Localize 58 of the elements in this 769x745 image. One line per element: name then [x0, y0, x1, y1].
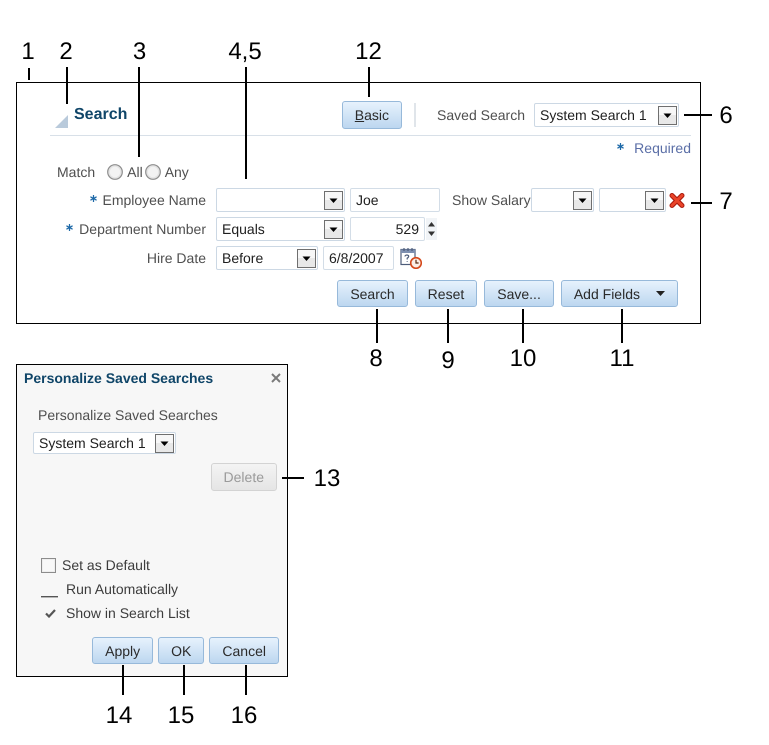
- option-label: Run Automatically: [66, 580, 178, 598]
- callout-number: 8: [369, 347, 383, 371]
- leader-line: [28, 68, 30, 80]
- number-field[interactable]: 529: [350, 217, 425, 241]
- option-label: Set as Default: [62, 556, 150, 574]
- match-label: Match: [57, 164, 96, 180]
- option-label: Show in Search List: [66, 604, 190, 622]
- calendar-clock-icon[interactable]: [400, 247, 422, 269]
- required-note: Required: [634, 140, 691, 156]
- dropdown-field[interactable]: Before: [216, 246, 318, 270]
- radio-label: Any: [164, 164, 189, 180]
- callout-number: 12: [355, 40, 382, 64]
- dropdown-field[interactable]: System Search 1: [33, 432, 176, 454]
- action-button[interactable]: Search: [337, 280, 408, 307]
- action-button[interactable]: Save...: [484, 280, 554, 307]
- callout-number: 13: [314, 467, 340, 491]
- callout-number: 6: [719, 104, 733, 128]
- remove-cross-icon[interactable]: [668, 192, 685, 208]
- radio-button[interactable]: [144, 164, 161, 180]
- field-label: Department Number: [79, 220, 206, 238]
- field-label: Show Salary: [452, 192, 531, 208]
- callout-number: 9: [441, 349, 455, 373]
- callout-number: 3: [132, 40, 146, 64]
- panel-title: Search: [74, 105, 128, 125]
- field-label: Employee Name: [102, 192, 206, 208]
- date-field[interactable]: 6/8/2007: [323, 246, 394, 270]
- action-button[interactable]: Reset: [414, 280, 478, 307]
- callout-number: 15: [168, 704, 194, 728]
- callout-number: 7: [719, 190, 733, 214]
- section-label: Personalize Saved Searches: [37, 407, 218, 424]
- caret-icon: [656, 291, 665, 296]
- checkbox[interactable]: [41, 558, 56, 572]
- saved-search-label: Saved Search: [437, 106, 525, 124]
- dropdown-field[interactable]: Equals: [216, 217, 345, 241]
- radio-button[interactable]: [107, 164, 124, 180]
- callout-number: 2: [59, 40, 73, 64]
- callout-number: 10: [510, 347, 536, 371]
- callout-number: 1: [21, 40, 35, 64]
- dropdown-field[interactable]: [216, 188, 345, 212]
- dialog-title: Personalize Saved Searches: [24, 370, 214, 386]
- basic-mode-button[interactable]: Basic: [342, 101, 402, 129]
- required-asterisk-icon: [617, 142, 624, 150]
- close-icon[interactable]: [271, 373, 281, 383]
- dropdown-field[interactable]: [530, 188, 594, 212]
- dialog-button[interactable]: Apply: [92, 637, 154, 664]
- text-field[interactable]: Joe: [350, 188, 440, 212]
- callout-number: 16: [230, 704, 258, 728]
- dialog-button[interactable]: OK: [158, 637, 204, 664]
- dialog-button[interactable]: Cancel: [209, 637, 279, 664]
- spinner-arrows-icon[interactable]: [426, 218, 437, 240]
- callout-number: 4,5: [228, 40, 262, 64]
- dropdown-field[interactable]: System Search 1: [534, 103, 679, 127]
- callout-number: 14: [106, 704, 132, 728]
- field-label: Hire Date: [146, 250, 206, 266]
- radio-label: All: [127, 164, 143, 180]
- dropdown-field[interactable]: [598, 188, 666, 212]
- menu-button[interactable]: Add Fields: [560, 280, 678, 307]
- callout-number: 11: [610, 347, 634, 371]
